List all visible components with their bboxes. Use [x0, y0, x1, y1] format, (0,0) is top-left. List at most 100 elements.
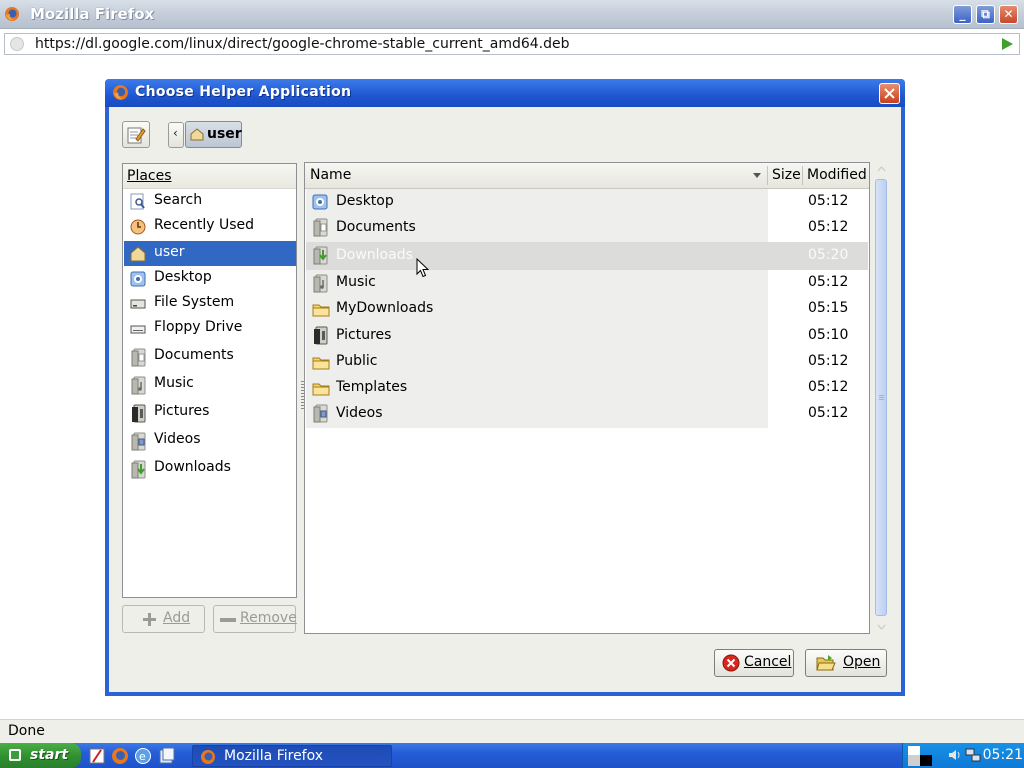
cancel-button[interactable]: Cancel: [714, 649, 794, 677]
search-icon: [130, 193, 146, 211]
sidebar-item-label: Videos: [154, 431, 201, 447]
sidebar-item-floppy-drive[interactable]: Floppy Drive: [124, 316, 296, 341]
choose-helper-dialog: Choose Helper Application ‹ user Places …: [105, 79, 905, 696]
add-place-button[interactable]: Add: [122, 605, 205, 633]
volume-icon[interactable]: [947, 747, 963, 763]
file-list-scrollbar[interactable]: [873, 162, 890, 634]
restore-button[interactable]: ⧉: [976, 5, 995, 24]
taskbar-item-firefox[interactable]: Mozilla Firefox: [192, 745, 392, 767]
open-button[interactable]: Open: [805, 649, 887, 677]
scroll-up-icon[interactable]: [874, 162, 889, 177]
mouse-cursor-icon: [416, 258, 429, 278]
firefox-title-bar[interactable]: Mozilla Firefox _ ⧉ ✕: [0, 0, 1024, 29]
firefox-icon: [113, 85, 128, 100]
sidebar-item-videos[interactable]: Videos: [124, 428, 296, 453]
quicklaunch-ie-icon[interactable]: e: [134, 747, 152, 765]
dialog-title-bar[interactable]: Choose Helper Application: [105, 79, 905, 107]
file-name: Music: [336, 274, 376, 290]
file-row-music[interactable]: Music 05:12: [306, 270, 868, 296]
file-modified: 05:12: [808, 379, 849, 395]
go-arrow-icon[interactable]: [1002, 38, 1013, 50]
dialog-close-button[interactable]: [879, 83, 900, 104]
file-list-header: Name Size Modified: [305, 163, 869, 189]
taskbar-item-label: Mozilla Firefox: [224, 748, 324, 764]
sidebar-item-user[interactable]: user: [124, 241, 296, 266]
keyboard-layout-icon[interactable]: [907, 745, 935, 767]
sidebar-item-file-system[interactable]: File System: [124, 291, 296, 316]
window-title: Mozilla Firefox: [30, 5, 155, 23]
sidebar-item-recently-used[interactable]: Recently Used: [124, 214, 296, 239]
sidebar-item-label: Floppy Drive: [154, 319, 243, 335]
type-location-button[interactable]: [122, 121, 150, 148]
scroll-down-icon[interactable]: [874, 619, 889, 634]
desktop-icon: [312, 193, 330, 212]
file-name: MyDownloads: [336, 300, 434, 316]
column-size[interactable]: Size: [772, 167, 801, 183]
file-name: Documents: [336, 219, 416, 235]
music-folder-icon: [312, 274, 330, 293]
status-text: Done: [8, 723, 45, 739]
file-row-templates[interactable]: Templates 05:12: [306, 375, 868, 400]
videos-folder-icon: [130, 432, 146, 451]
column-name[interactable]: Name: [310, 167, 351, 183]
sidebar-item-search[interactable]: Search: [124, 189, 296, 214]
start-button[interactable]: start: [0, 743, 81, 768]
column-separator[interactable]: [802, 166, 803, 185]
file-name: Public: [336, 353, 378, 369]
file-name: Templates: [336, 379, 408, 395]
column-separator[interactable]: [767, 166, 768, 185]
home-icon: [130, 245, 146, 263]
sidebar-item-documents[interactable]: Documents: [124, 344, 296, 369]
documents-folder-icon: [130, 348, 146, 367]
file-modified: 05:12: [808, 219, 849, 235]
path-back-button[interactable]: ‹: [168, 122, 184, 148]
downloads-folder-icon: [130, 460, 146, 479]
sidebar-item-desktop[interactable]: Desktop: [124, 266, 296, 291]
folder-icon: [312, 379, 330, 398]
dialog-title: Choose Helper Application: [135, 84, 352, 100]
open-folder-icon: [816, 655, 836, 671]
file-row-desktop[interactable]: Desktop 05:12: [306, 189, 868, 214]
sidebar-item-music[interactable]: Music: [124, 372, 296, 397]
firefox-icon: [201, 750, 215, 764]
quicklaunch-files-icon[interactable]: [158, 747, 176, 765]
breadcrumb-user[interactable]: user: [185, 121, 242, 148]
add-label: Add: [163, 610, 191, 626]
network-icon[interactable]: [965, 747, 981, 763]
drive-icon: [130, 295, 146, 313]
file-modified: 05:15: [808, 300, 849, 316]
quicklaunch-firefox-icon[interactable]: [111, 747, 129, 765]
open-label: Open: [843, 654, 881, 670]
remove-place-button[interactable]: Remove: [213, 605, 297, 633]
clock: 05:21: [982, 747, 1023, 763]
remove-label: Remove: [240, 610, 297, 626]
close-window-button[interactable]: ✕: [999, 5, 1018, 24]
file-row-videos[interactable]: Videos 05:12: [306, 400, 868, 428]
file-row-downloads[interactable]: Downloads 05:20: [306, 242, 868, 270]
folder-icon: [312, 300, 330, 319]
home-icon: [190, 128, 204, 141]
sidebar-item-label: Recently Used: [154, 217, 255, 233]
places-sidebar[interactable]: Places Search Recently Used user Desktop Fil…: [122, 163, 297, 598]
file-row-documents[interactable]: Documents 05:12: [306, 214, 868, 242]
file-list[interactable]: Name Size Modified Desktop 05:12 Documents…: [304, 162, 870, 634]
site-identity-icon[interactable]: [10, 37, 24, 51]
url-text[interactable]: https://dl.google.com/linux/direct/googl…: [35, 36, 570, 52]
scrollbar-thumb[interactable]: [875, 179, 887, 616]
start-logo-icon: [9, 749, 21, 761]
minimize-button[interactable]: _: [953, 5, 972, 24]
places-header[interactable]: Places: [123, 164, 296, 189]
column-modified[interactable]: Modified: [807, 167, 867, 183]
edit-icon: [127, 127, 146, 144]
file-row-public[interactable]: Public 05:12: [306, 349, 868, 375]
plus-icon: [143, 613, 156, 626]
sidebar-item-pictures[interactable]: Pictures: [124, 400, 296, 425]
quicklaunch-editor-icon[interactable]: [88, 747, 106, 765]
sidebar-item-label: Documents: [154, 347, 234, 363]
url-bar[interactable]: https://dl.google.com/linux/direct/googl…: [4, 33, 1020, 55]
file-row-pictures[interactable]: Pictures 05:10: [306, 322, 868, 349]
videos-folder-icon: [312, 404, 330, 423]
sidebar-item-downloads[interactable]: Downloads: [124, 456, 296, 481]
minus-icon: [220, 618, 236, 622]
file-row-mydownloads[interactable]: MyDownloads 05:15: [306, 296, 868, 322]
